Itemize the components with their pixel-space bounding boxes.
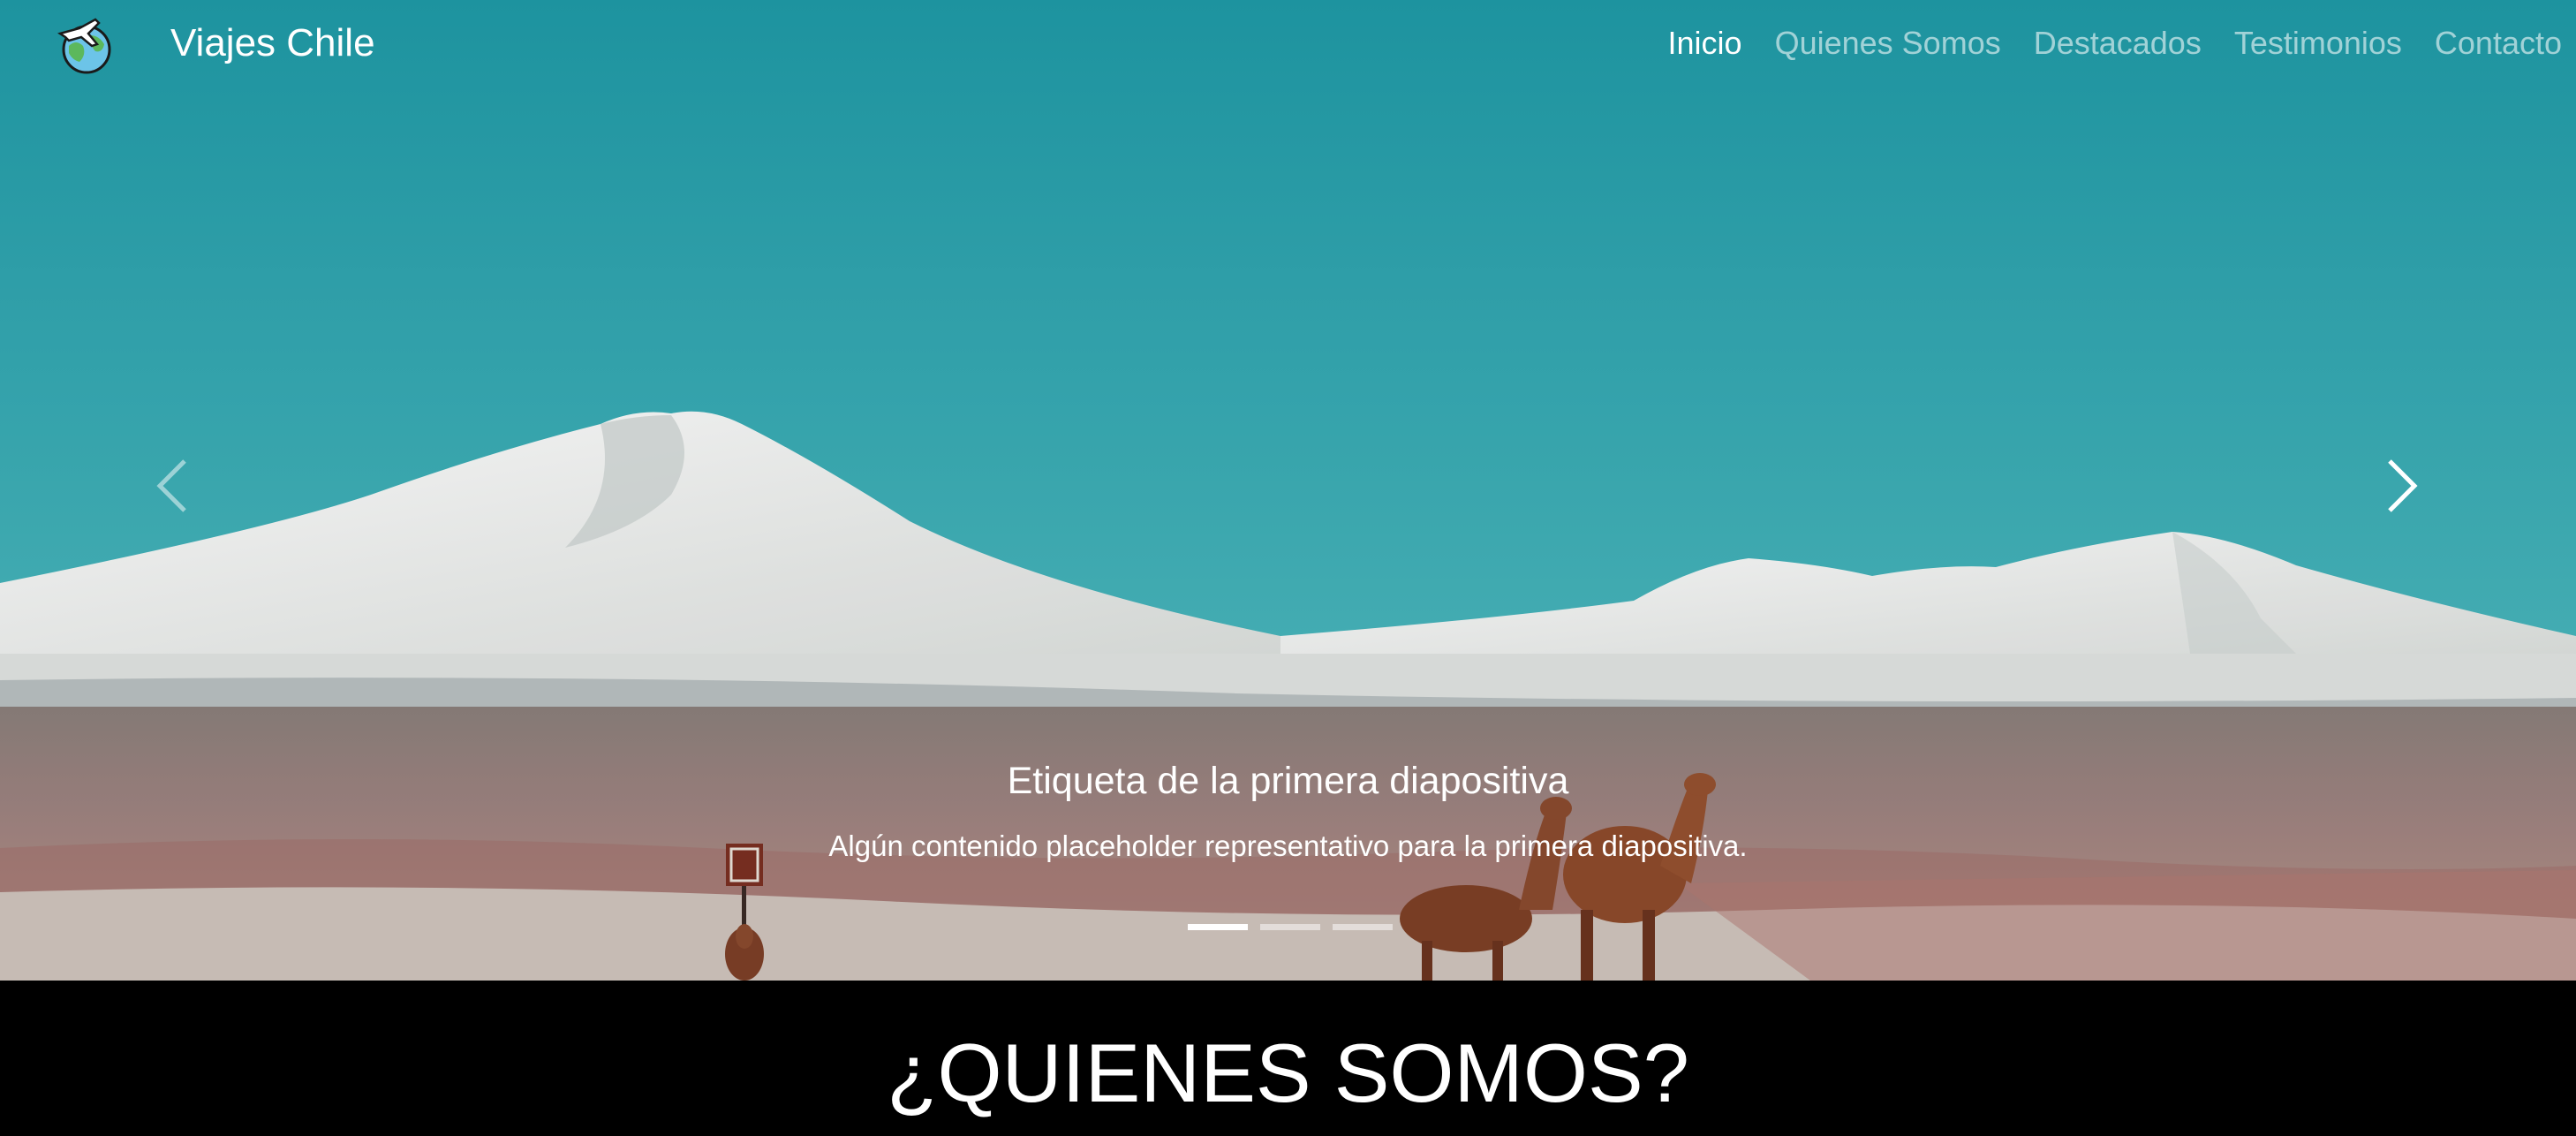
nav-item-destacados[interactable]: Destacados — [2034, 21, 2202, 65]
nav-item-contacto[interactable]: Contacto — [2435, 21, 2562, 65]
chevron-left-icon — [156, 459, 186, 512]
carousel-indicator-3[interactable] — [1333, 924, 1393, 930]
carousel-next-button[interactable] — [2353, 442, 2451, 530]
nav-item-inicio[interactable]: Inicio — [1668, 21, 1742, 65]
nav-item-testimonios[interactable]: Testimonios — [2234, 21, 2402, 65]
carousel-caption-text: Algún contenido placeholder representati… — [828, 829, 1748, 862]
brand-name[interactable]: Viajes Chile — [170, 19, 375, 67]
hero-carousel: Viajes Chile Inicio Quienes Somos Destac… — [0, 0, 2576, 981]
nav-item-quienes-somos[interactable]: Quienes Somos — [1775, 21, 2001, 65]
about-section: ¿QUIENES SOMOS? — [0, 981, 2576, 1136]
carousel-indicators — [1188, 924, 1393, 930]
carousel-indicator-2[interactable] — [1260, 924, 1320, 930]
chevron-right-icon — [2388, 459, 2418, 512]
carousel-prev-button[interactable] — [124, 442, 221, 530]
nav-links: Inicio Quienes Somos Destacados Testimon… — [1668, 21, 2562, 65]
section-title: ¿QUIENES SOMOS? — [887, 1026, 1689, 1119]
carousel-indicator-1[interactable] — [1188, 924, 1248, 930]
globe-airplane-icon[interactable] — [57, 16, 117, 76]
carousel-caption-title: Etiqueta de la primera diapositiva — [1007, 760, 1569, 802]
navbar: Viajes Chile Inicio Quienes Somos Destac… — [0, 0, 2576, 88]
